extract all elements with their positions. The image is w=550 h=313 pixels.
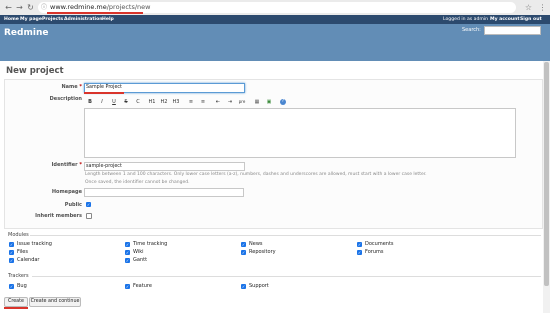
- module-label: Repository: [249, 249, 276, 255]
- module-label: Calendar: [17, 257, 40, 263]
- annotation-underline: [84, 92, 124, 94]
- bold-button[interactable]: B: [86, 98, 94, 106]
- tracker-checkbox[interactable]: ✓: [9, 284, 14, 289]
- ordered-list-icon[interactable]: ≡: [199, 98, 207, 106]
- module-checkbox[interactable]: ✓: [9, 258, 14, 263]
- browser-menu-icon[interactable]: ⋮: [538, 3, 547, 12]
- module-label: News: [249, 241, 263, 247]
- trackers-title: Trackers: [8, 273, 29, 279]
- name-label-text: Name: [61, 84, 78, 90]
- scrollbar-thumb[interactable]: [544, 62, 549, 286]
- tracker-label: Bug: [17, 283, 27, 289]
- topmenu-sign-out[interactable]: Sign out: [520, 15, 542, 24]
- module-label: Wiki: [133, 249, 144, 255]
- strike-button[interactable]: S: [122, 98, 130, 106]
- module-checkbox[interactable]: ✓: [9, 250, 14, 255]
- unordered-list-icon[interactable]: ≡: [187, 98, 195, 106]
- identifier-label: Identifier *: [4, 162, 82, 168]
- tracker-checkbox[interactable]: ✓: [241, 284, 246, 289]
- module-checkbox[interactable]: ✓: [125, 258, 130, 263]
- topmenu-my-page[interactable]: My page: [20, 15, 42, 24]
- create-and-continue-button[interactable]: Create and continue: [29, 297, 81, 307]
- h1-button[interactable]: H1: [148, 98, 156, 106]
- back-arrow-icon[interactable]: ←: [4, 3, 13, 12]
- annotation-underline: [4, 307, 28, 309]
- tracker-checkbox[interactable]: ✓: [125, 284, 130, 289]
- module-checkbox[interactable]: ✓: [125, 250, 130, 255]
- homepage-field[interactable]: [84, 188, 244, 197]
- module-label: Gantt: [133, 257, 148, 263]
- table-icon[interactable]: ▦: [253, 98, 261, 106]
- italic-button[interactable]: I: [98, 98, 106, 106]
- topmenu-my-account[interactable]: My account: [490, 15, 520, 24]
- module-checkbox[interactable]: ✓: [357, 250, 362, 255]
- modules-title: Modules: [8, 232, 29, 238]
- tracker-label: Feature: [133, 283, 152, 289]
- module-checkbox[interactable]: ✓: [125, 242, 130, 247]
- bookmark-star-icon[interactable]: ☆: [524, 3, 533, 12]
- pre-button[interactable]: pre: [238, 98, 246, 106]
- logged-in-text: Logged in as admin: [443, 17, 489, 22]
- required-mark: *: [79, 84, 82, 90]
- homepage-label: Homepage: [51, 189, 82, 195]
- module-label: Files: [17, 249, 28, 255]
- create-button[interactable]: Create: [4, 297, 28, 307]
- public-label: Public: [64, 202, 82, 208]
- topmenu-help[interactable]: Help: [102, 15, 114, 24]
- indent-icon[interactable]: ⇥: [226, 98, 234, 106]
- modules-divider: [30, 235, 541, 236]
- url-host: www.redmine.me: [50, 3, 107, 11]
- module-label: Forums: [365, 249, 384, 255]
- identifier-field[interactable]: sample-project: [84, 162, 245, 171]
- trackers-divider: [32, 276, 541, 277]
- reload-icon[interactable]: ↻: [26, 3, 35, 12]
- module-label: Issue tracking: [17, 241, 52, 247]
- url-path: /projects/new: [106, 3, 151, 11]
- module-checkbox[interactable]: ✓: [9, 242, 14, 247]
- code-button[interactable]: C: [134, 98, 142, 106]
- search-input[interactable]: [484, 26, 541, 35]
- module-checkbox[interactable]: ✓: [241, 242, 246, 247]
- topmenu-projects[interactable]: Projects: [42, 15, 63, 24]
- topmenu-administration[interactable]: Administration: [64, 15, 103, 24]
- public-checkbox[interactable]: ✓: [86, 202, 91, 207]
- header: Redmine Search:: [0, 24, 550, 61]
- annotation-underline: [47, 12, 143, 14]
- h3-button[interactable]: H3: [172, 98, 180, 106]
- help-icon[interactable]: ?: [280, 99, 286, 105]
- identifier-help: Length between 1 and 100 characters. Onl…: [85, 172, 427, 177]
- identifier-note: Once saved, the identifier cannot be cha…: [85, 180, 190, 185]
- module-checkbox[interactable]: ✓: [357, 242, 362, 247]
- name-label: Name *: [4, 84, 82, 90]
- top-menu: Home My page Projects Administration Hel…: [0, 15, 550, 24]
- inherit-members-checkbox[interactable]: [86, 213, 92, 219]
- inherit-members-label: Inherit members: [35, 213, 82, 219]
- h2-button[interactable]: H2: [160, 98, 168, 106]
- search-label: Search:: [462, 27, 481, 33]
- identifier-label-text: Identifier: [51, 162, 78, 168]
- description-textarea[interactable]: [84, 108, 516, 158]
- forward-arrow-icon[interactable]: →: [15, 3, 24, 12]
- underline-button[interactable]: U: [110, 98, 118, 106]
- page-title: New project: [6, 66, 64, 76]
- wiki-toolbar: B I U S C H1 H2 H3 ≡ ≡ ⇤ ⇥ pre ▦ ▣ ?: [84, 97, 294, 107]
- required-mark: *: [79, 162, 82, 168]
- site-title[interactable]: Redmine: [4, 28, 48, 38]
- module-checkbox[interactable]: ✓: [241, 250, 246, 255]
- module-label: Time tracking: [133, 241, 168, 247]
- outdent-icon[interactable]: ⇤: [214, 98, 222, 106]
- tracker-label: Support: [249, 283, 269, 289]
- module-label: Documents: [365, 241, 394, 247]
- image-icon[interactable]: ▣: [265, 98, 273, 106]
- topmenu-home[interactable]: Home: [4, 15, 19, 24]
- description-label: Description: [49, 96, 82, 102]
